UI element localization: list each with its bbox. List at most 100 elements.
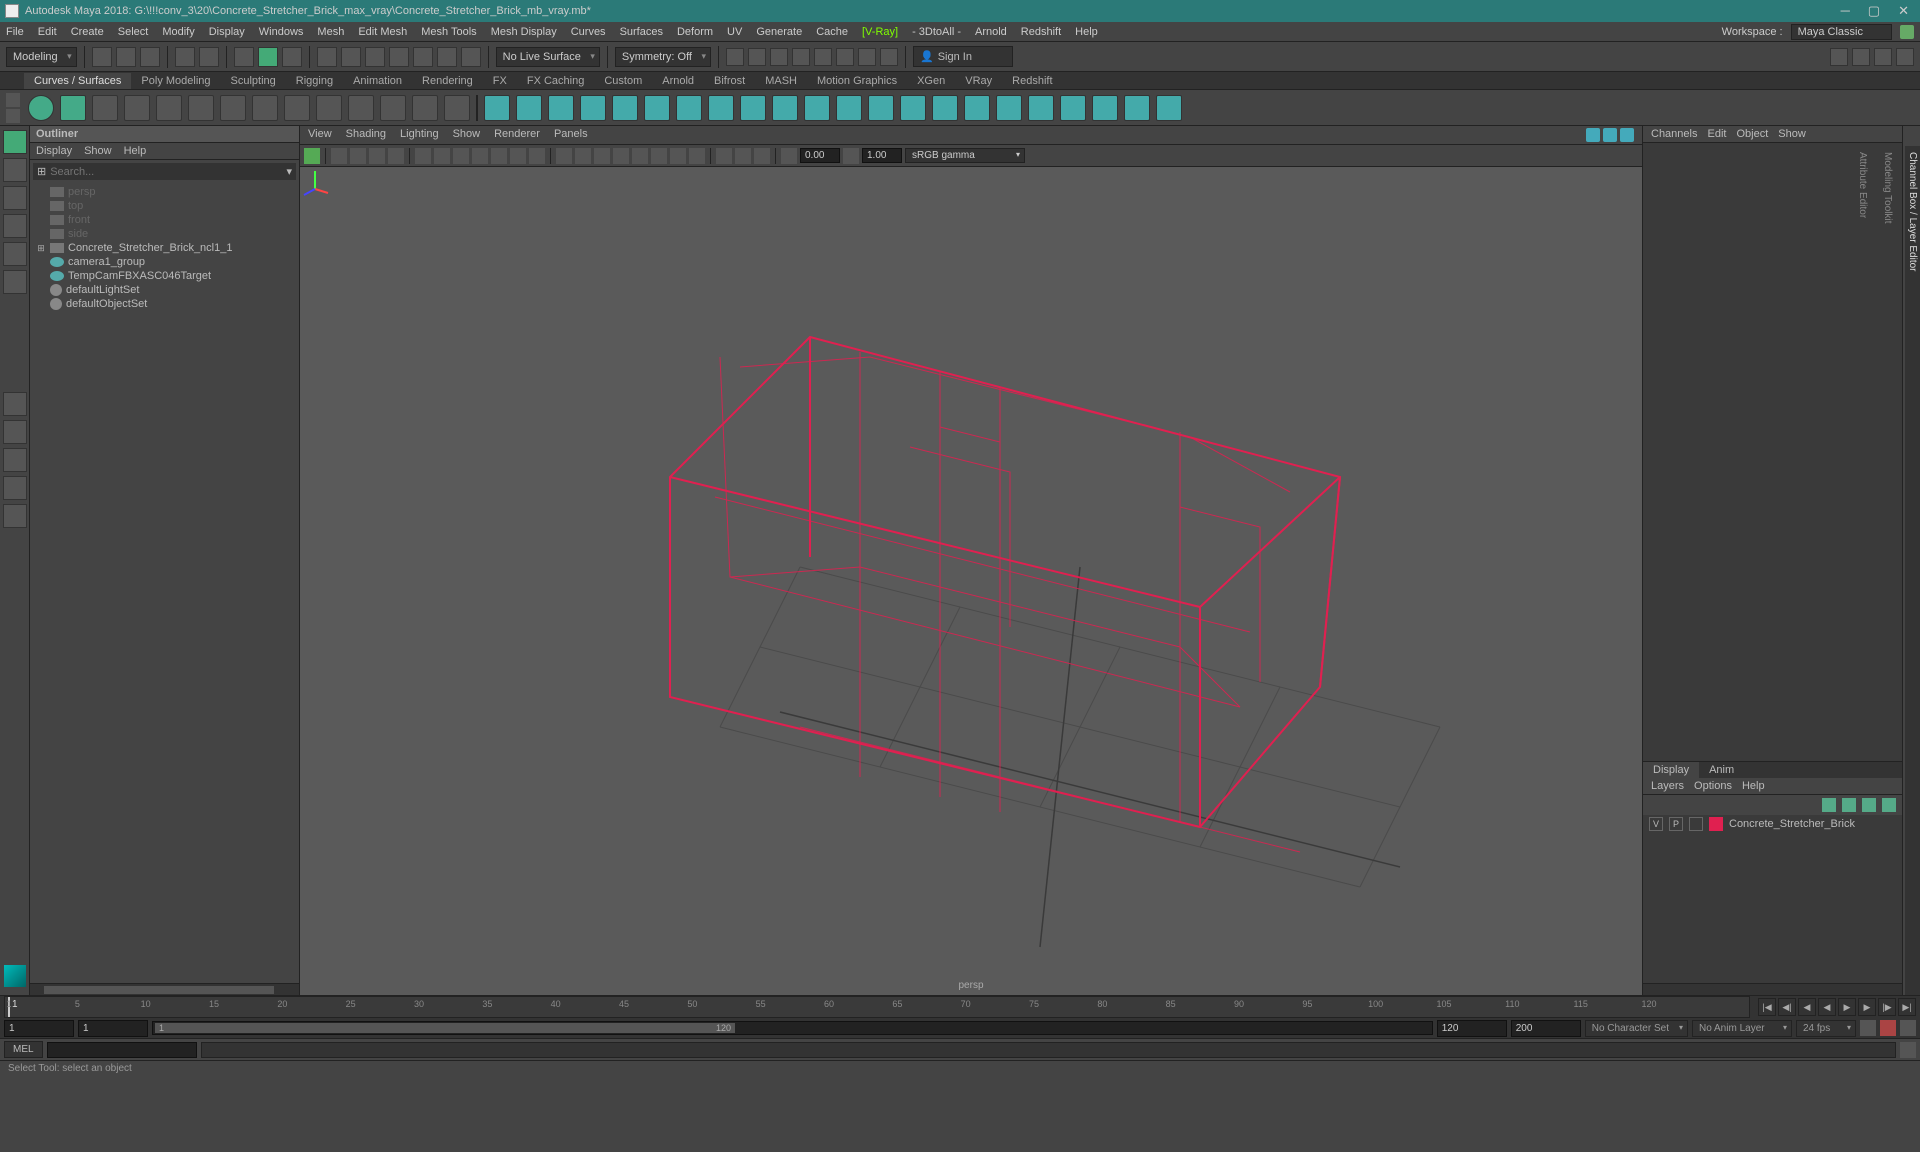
layer-tab-anim[interactable]: Anim <box>1699 762 1744 778</box>
sign-in-button[interactable]: 👤 Sign In <box>913 46 1013 67</box>
menu-3dtoall[interactable]: - 3DtoAll - <box>912 26 961 38</box>
outliner-item-lightset[interactable]: defaultLightSet <box>32 283 297 297</box>
outliner-item-persp[interactable]: persp <box>32 185 297 199</box>
open-scene-icon[interactable] <box>116 47 136 67</box>
select-tool[interactable] <box>3 130 27 154</box>
shelf-tab-rigging[interactable]: Rigging <box>286 73 343 89</box>
nurbs-circle-icon[interactable] <box>28 95 54 121</box>
insert-knot-icon[interactable] <box>316 95 342 121</box>
menu-arnold[interactable]: Arnold <box>975 26 1007 38</box>
script-editor-icon[interactable] <box>1900 1042 1916 1058</box>
shelf-tab-motiongfx[interactable]: Motion Graphics <box>807 73 907 89</box>
menu-windows[interactable]: Windows <box>259 26 304 38</box>
lights-icon[interactable] <box>613 148 629 164</box>
playblast-icon[interactable] <box>858 48 876 66</box>
menu-help[interactable]: Help <box>1075 26 1098 38</box>
maximize-button[interactable]: ▢ <box>1868 3 1880 19</box>
xray-joints-icon[interactable] <box>754 148 770 164</box>
vp-menu-shading[interactable]: Shading <box>346 128 386 142</box>
layer-menu-layers[interactable]: Layers <box>1651 780 1684 792</box>
grid-icon[interactable] <box>415 148 431 164</box>
shelf-tab-sculpt[interactable]: Sculpting <box>221 73 286 89</box>
textured-icon[interactable] <box>594 148 610 164</box>
gate-mask-icon[interactable] <box>472 148 488 164</box>
outliner-search-input[interactable] <box>50 166 282 178</box>
layer-display-type[interactable] <box>1689 817 1703 831</box>
2d-pan-icon[interactable] <box>369 148 385 164</box>
menu-curves[interactable]: Curves <box>571 26 606 38</box>
vp-close-icon[interactable] <box>1620 128 1634 142</box>
shaded-icon[interactable] <box>575 148 591 164</box>
safe-action-icon[interactable] <box>510 148 526 164</box>
shelf-tab-rendering[interactable]: Rendering <box>412 73 483 89</box>
shelf-tab-arnold[interactable]: Arnold <box>652 73 704 89</box>
nurbs-plane-icon[interactable] <box>612 95 638 121</box>
layout-outliner-persp[interactable] <box>3 504 27 528</box>
lasso-tool[interactable] <box>3 158 27 182</box>
ao-icon[interactable] <box>651 148 667 164</box>
tab-modeling-toolkit[interactable]: Modeling Toolkit <box>1880 146 1895 995</box>
layer-visibility-toggle[interactable]: V <box>1649 817 1663 831</box>
pause-icon[interactable] <box>880 48 898 66</box>
step-back-button[interactable]: ◀ <box>1798 998 1816 1016</box>
outliner-menu-show[interactable]: Show <box>84 145 112 157</box>
layout-single-icon[interactable] <box>1830 48 1848 66</box>
xray-icon[interactable] <box>735 148 751 164</box>
outliner-item-camera-group[interactable]: camera1_group <box>32 255 297 269</box>
menu-display[interactable]: Display <box>209 26 245 38</box>
nurbs-cube-icon[interactable] <box>516 95 542 121</box>
save-scene-icon[interactable] <box>140 47 160 67</box>
pencil-curve-icon[interactable] <box>124 95 150 121</box>
shelf-menu-icon[interactable] <box>6 93 20 107</box>
bookmark-icon[interactable] <box>331 148 347 164</box>
exposure-value[interactable] <box>800 148 840 163</box>
outliner-item-side[interactable]: side <box>32 227 297 241</box>
outliner-item-front[interactable]: front <box>32 213 297 227</box>
shelf-tab-custom[interactable]: Custom <box>594 73 652 89</box>
image-plane-icon[interactable] <box>350 148 366 164</box>
vp-menu-renderer[interactable]: Renderer <box>494 128 540 142</box>
live-surface-dropdown[interactable]: No Live Surface <box>496 47 600 67</box>
cb-menu-edit[interactable]: Edit <box>1707 128 1726 140</box>
outliner-search[interactable]: ⊞ ▾ <box>33 163 296 180</box>
intersect-icon[interactable] <box>932 95 958 121</box>
anim-layer-dropdown[interactable]: No Anim Layer <box>1692 1020 1792 1037</box>
sculpt-srf-icon[interactable] <box>1156 95 1182 121</box>
menu-modify[interactable]: Modify <box>162 26 194 38</box>
tab-attribute-editor[interactable]: Attribute Editor <box>1855 146 1870 995</box>
detach-curve-icon[interactable] <box>284 95 310 121</box>
snap-point-icon[interactable] <box>365 47 385 67</box>
shelf-tab-animation[interactable]: Animation <box>343 73 412 89</box>
vp-gear-icon[interactable] <box>1603 128 1617 142</box>
menu-file[interactable]: File <box>6 26 24 38</box>
reverse-curve-icon[interactable] <box>444 95 470 121</box>
minimize-button[interactable]: ─ <box>1841 3 1850 19</box>
snap-grid-icon[interactable] <box>317 47 337 67</box>
symmetry-dropdown[interactable]: Symmetry: Off <box>615 47 711 67</box>
shelf-tab-mash[interactable]: MASH <box>755 73 807 89</box>
vp-restore-icon[interactable] <box>1586 128 1600 142</box>
field-chart-icon[interactable] <box>491 148 507 164</box>
cb-menu-object[interactable]: Object <box>1736 128 1768 140</box>
playback-end-input[interactable] <box>1437 1020 1507 1037</box>
nurbs-cylinder-icon[interactable] <box>548 95 574 121</box>
outliner-item-top[interactable]: top <box>32 199 297 213</box>
layout-four-panes[interactable] <box>3 420 27 444</box>
history-outputs-icon[interactable] <box>748 48 766 66</box>
ipr-render-icon[interactable] <box>814 48 832 66</box>
auto-key-icon[interactable] <box>1860 1020 1876 1036</box>
command-input[interactable] <box>47 1042 197 1058</box>
move-tool[interactable] <box>3 214 27 238</box>
layer-playback-toggle[interactable]: P <box>1669 817 1683 831</box>
menu-mesh-tools[interactable]: Mesh Tools <box>421 26 476 38</box>
vp-menu-lighting[interactable]: Lighting <box>400 128 439 142</box>
shelf-tab-poly[interactable]: Poly Modeling <box>131 73 220 89</box>
trim-icon[interactable] <box>964 95 990 121</box>
shelf-tab-curves[interactable]: Curves / Surfaces <box>24 73 131 89</box>
range-slider[interactable] <box>152 1021 1433 1035</box>
project-icon[interactable] <box>900 95 926 121</box>
outliner-scrollbar[interactable] <box>30 983 299 995</box>
resolution-gate-icon[interactable] <box>453 148 469 164</box>
go-start-button[interactable]: |◀ <box>1758 998 1776 1016</box>
tab-channel-box[interactable]: Channel Box / Layer Editor <box>1905 146 1920 995</box>
